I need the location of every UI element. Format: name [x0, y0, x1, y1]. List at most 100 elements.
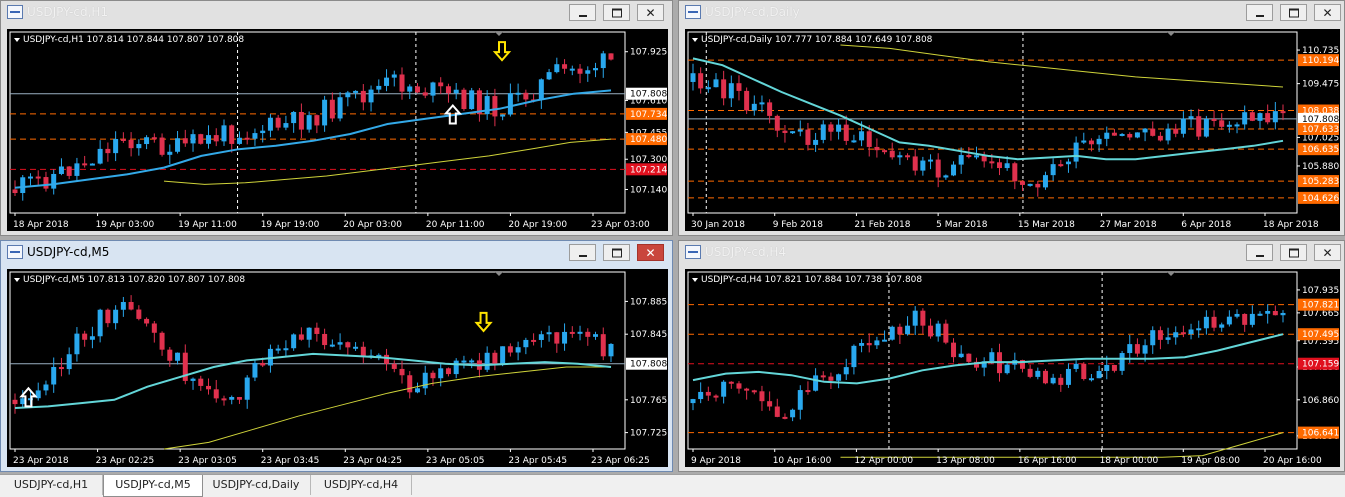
candle-bull	[329, 344, 335, 347]
candle-bull	[66, 354, 72, 370]
tab-usdjpy-m5[interactable]: USDJPY-cd,M5	[103, 475, 203, 497]
candle-bear	[1111, 364, 1117, 371]
candle-bear	[843, 124, 849, 141]
minimize-button[interactable]	[569, 4, 596, 21]
candle-bull	[1073, 363, 1079, 369]
candle-bear	[1211, 316, 1217, 328]
minimize-icon	[578, 14, 587, 17]
candle-bull	[943, 175, 949, 178]
candle-bull	[882, 339, 888, 342]
minimize-button[interactable]	[1246, 4, 1273, 21]
candle-bull	[958, 353, 964, 358]
chart-area-h1[interactable]: USDJPY-cd,H1 107.814 107.844 107.807 107…	[7, 29, 668, 231]
tab-usdjpy-h4[interactable]: USDJPY-cd,H4	[311, 475, 412, 495]
price-chart-h1[interactable]: USDJPY-cd,H1 107.814 107.844 107.807 107…	[7, 29, 668, 231]
candle-bear	[866, 131, 872, 147]
candle-bull	[1257, 113, 1263, 121]
candle-bear	[920, 310, 926, 326]
candle-bear	[1211, 119, 1217, 122]
price-chart-daily[interactable]: USDJPY-cd,Daily 107.777 107.884 107.649 …	[685, 29, 1340, 231]
chart-area-daily[interactable]: USDJPY-cd,Daily 107.777 107.884 107.649 …	[685, 29, 1340, 231]
chart-window-daily[interactable]: USDJPY-cd,Daily ✕ USDJPY-cd,Daily 107.77…	[678, 0, 1345, 236]
chart-area-m5[interactable]: USDJPY-cd,M5 107.813 107.820 107.807 107…	[7, 269, 668, 467]
candle-bull	[221, 125, 227, 142]
price-chart-h4[interactable]: USDJPY-cd,H4 107.821 107.884 107.738 107…	[685, 269, 1340, 467]
close-icon: ✕	[645, 5, 656, 20]
price-marker-label: 106.641	[1302, 429, 1339, 439]
chart-window-m5[interactable]: USDJPY-cd,M5 ✕ USDJPY-cd,M5 107.813 107.…	[0, 240, 673, 472]
time-axis-label: 15 Mar 2018	[1018, 220, 1075, 230]
candle-bull	[951, 164, 957, 176]
candle-bull	[554, 64, 560, 73]
price-chart-m5[interactable]: USDJPY-cd,M5 107.813 107.820 107.807 107…	[7, 269, 668, 467]
chart-background	[7, 29, 668, 231]
candle-bull	[1173, 332, 1179, 338]
window-titlebar-h4[interactable]: USDJPY-cd,H4 ✕	[679, 241, 1344, 265]
time-axis-label: 18 Apr 00:00	[1100, 456, 1159, 466]
time-axis-label: 6 Apr 2018	[1181, 220, 1231, 230]
candle-bull	[1242, 112, 1248, 125]
candle-bull	[190, 134, 196, 144]
candle-bull	[206, 135, 212, 144]
candle-bear	[721, 79, 727, 99]
chart-ohlc-info: USDJPY-cd,H1 107.814 107.844 107.807 107…	[23, 35, 244, 45]
candle-bear	[82, 333, 88, 340]
candle-bear	[345, 342, 351, 348]
close-button[interactable]: ✕	[1314, 244, 1341, 261]
candle-bull	[484, 352, 490, 370]
candle-bear	[12, 399, 18, 405]
tab-usdjpy-h1[interactable]: USDJPY-cd,H1	[0, 475, 103, 495]
candle-bear	[1035, 183, 1041, 188]
chart-window-h1[interactable]: USDJPY-cd,H1 ✕ USDJPY-cd,H1 107.814 107.…	[0, 0, 673, 236]
candle-bear	[159, 332, 165, 350]
chart-window-icon	[685, 5, 701, 19]
candle-bull	[422, 372, 428, 389]
maximize-button[interactable]	[603, 244, 630, 261]
candle-bull	[1219, 324, 1225, 328]
maximize-button[interactable]	[1280, 244, 1307, 261]
time-axis-label: 21 Feb 2018	[854, 220, 910, 230]
candle-bull	[136, 144, 142, 149]
minimize-button[interactable]	[569, 244, 596, 261]
maximize-button[interactable]	[603, 4, 630, 21]
time-axis-label: 18 Apr 2018	[13, 220, 69, 230]
tab-usdjpy-daily[interactable]: USDJPY-cd,Daily	[202, 475, 311, 495]
candle-bull	[507, 93, 513, 115]
candle-bear	[1088, 140, 1094, 145]
maximize-button[interactable]	[1280, 4, 1307, 21]
candle-bull	[144, 137, 150, 145]
candle-bull	[391, 74, 397, 78]
close-button[interactable]: ✕	[1314, 4, 1341, 21]
candle-bull	[1035, 370, 1041, 377]
candle-bear	[445, 368, 451, 375]
time-axis-label: 23 Apr 05:05	[426, 456, 485, 466]
candle-bear	[314, 327, 320, 334]
candle-bull	[797, 390, 803, 410]
price-marker-label: 107.633	[1302, 125, 1339, 135]
candle-bear	[951, 342, 957, 358]
maximize-icon	[1288, 248, 1299, 257]
price-marker-label: 107.159	[1302, 360, 1339, 370]
close-button[interactable]: ✕	[637, 244, 664, 261]
time-axis-label: 23 Apr 03:05	[178, 456, 237, 466]
time-axis-label: 20 Apr 19:00	[508, 220, 567, 230]
time-axis-label: 9 Apr 2018	[691, 456, 741, 466]
candle-bull	[1265, 310, 1271, 314]
candle-bull	[1081, 140, 1087, 143]
candle-bear	[492, 96, 498, 117]
chart-window-h4[interactable]: USDJPY-cd,H4 ✕ USDJPY-cd,H4 107.821 107.…	[678, 240, 1345, 472]
close-button[interactable]: ✕	[637, 4, 664, 21]
candle-bull	[1188, 329, 1194, 335]
candle-bull	[1165, 128, 1171, 141]
candle-bull	[306, 327, 312, 340]
price-axis-label: 105.880	[1302, 162, 1339, 172]
window-titlebar-daily[interactable]: USDJPY-cd,Daily ✕	[679, 1, 1344, 25]
candle-bull	[1104, 132, 1110, 139]
chart-area-h4[interactable]: USDJPY-cd,H4 107.821 107.884 107.738 107…	[685, 269, 1340, 467]
price-marker-label: 107.808	[630, 360, 667, 370]
window-titlebar-m5[interactable]: USDJPY-cd,M5 ✕	[1, 241, 672, 265]
candle-bear	[128, 302, 134, 310]
minimize-button[interactable]	[1246, 244, 1273, 261]
candle-bull	[43, 384, 49, 391]
window-titlebar-h1[interactable]: USDJPY-cd,H1 ✕	[1, 1, 672, 25]
